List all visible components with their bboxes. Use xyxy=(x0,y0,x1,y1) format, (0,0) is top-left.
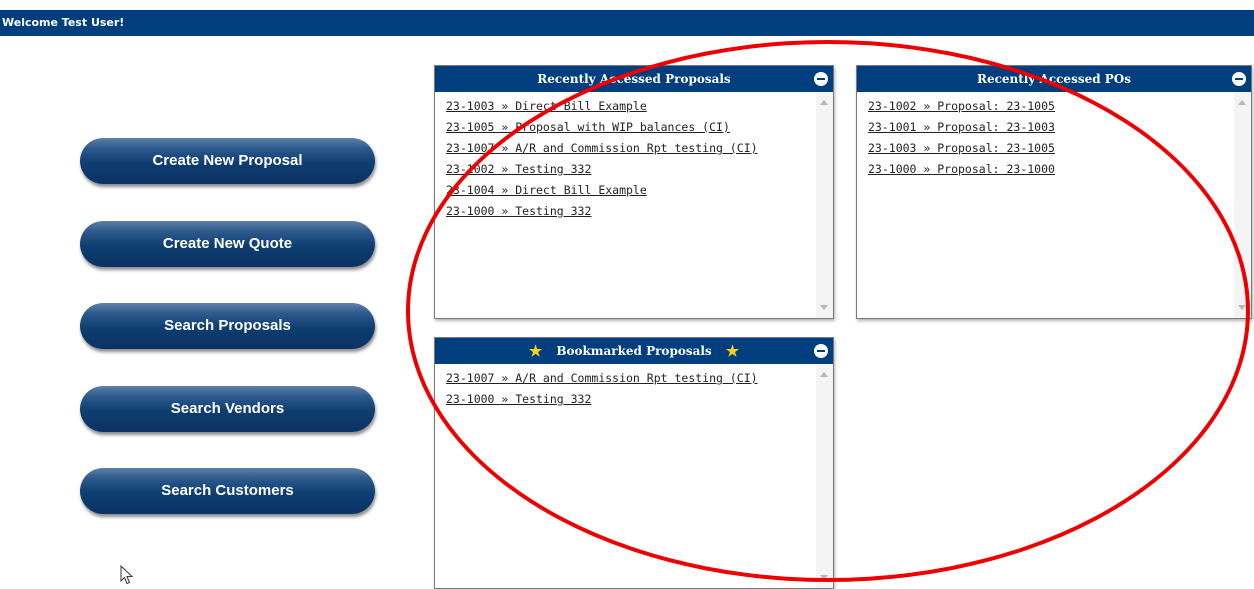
recent-proposal-link[interactable]: 23-1003 » Direct Bill Example xyxy=(446,96,816,117)
search-customers-button[interactable]: Search Customers xyxy=(80,468,375,514)
search-vendors-button[interactable]: Search Vendors xyxy=(80,386,375,432)
recent-proposals-title: Recently Accessed Proposals xyxy=(537,72,731,86)
search-proposals-button[interactable]: Search Proposals xyxy=(80,303,375,349)
bookmarked-proposals-list: 23-1007 » A/R and Commission Rpt testing… xyxy=(435,364,816,588)
bookmarked-proposals-scrollbar[interactable] xyxy=(816,364,833,588)
arrow-cursor-icon xyxy=(120,565,134,585)
recent-proposals-header: Recently Accessed Proposals xyxy=(435,66,833,92)
recent-pos-title: Recently Accessed POs xyxy=(976,72,1132,86)
recent-po-link[interactable]: 23-1000 » Proposal: 23-1000 xyxy=(868,159,1234,180)
recent-pos-header: Recently Accessed POs xyxy=(857,66,1251,92)
minus-circle-icon[interactable] xyxy=(814,72,828,86)
recent-po-link[interactable]: 23-1001 » Proposal: 23-1003 xyxy=(868,117,1234,138)
scroll-up-arrow-icon[interactable] xyxy=(820,100,828,105)
scroll-up-arrow-icon[interactable] xyxy=(820,372,828,377)
recent-pos-list: 23-1002 » Proposal: 23-1005 23-1001 » Pr… xyxy=(857,92,1234,318)
scroll-up-arrow-icon[interactable] xyxy=(1238,100,1246,105)
recent-proposal-link[interactable]: 23-1002 » Testing 332 xyxy=(446,159,816,180)
star-icon: ★ xyxy=(528,342,543,360)
bookmarked-proposals-title: Bookmarked Proposals xyxy=(556,344,712,358)
recent-proposal-link[interactable]: 23-1000 » Testing 332 xyxy=(446,201,816,222)
scroll-down-arrow-icon[interactable] xyxy=(820,305,828,310)
recent-proposals-panel: Recently Accessed Proposals 23-1003 » Di… xyxy=(434,65,834,319)
create-new-proposal-button[interactable]: Create New Proposal xyxy=(80,138,375,184)
bookmarked-proposal-link[interactable]: 23-1000 » Testing 332 xyxy=(446,389,816,410)
bookmarked-proposals-panel: ★ Bookmarked Proposals ★ 23-1007 » A/R and… xyxy=(434,337,834,589)
recent-pos-panel: Recently Accessed POs 23-1002 » Proposal… xyxy=(856,65,1252,319)
scroll-down-arrow-icon[interactable] xyxy=(1238,305,1246,310)
star-icon: ★ xyxy=(725,342,740,360)
recent-proposal-link[interactable]: 23-1004 » Direct Bill Example xyxy=(446,180,816,201)
recent-po-link[interactable]: 23-1003 » Proposal: 23-1005 xyxy=(868,138,1234,159)
recent-proposal-link[interactable]: 23-1007 » A/R and Commission Rpt testing… xyxy=(446,138,816,159)
minus-circle-icon[interactable] xyxy=(1232,72,1246,86)
recent-po-link[interactable]: 23-1002 » Proposal: 23-1005 xyxy=(868,96,1234,117)
welcome-bar: Welcome Test User! xyxy=(0,10,1254,36)
welcome-text: Welcome Test User! xyxy=(2,16,125,29)
recent-pos-scrollbar[interactable] xyxy=(1234,92,1251,318)
bookmarked-proposal-link[interactable]: 23-1007 » A/R and Commission Rpt testing… xyxy=(446,368,816,389)
recent-proposal-link[interactable]: 23-1005 » Proposal with WIP balances (CI… xyxy=(446,117,816,138)
recent-proposals-list: 23-1003 » Direct Bill Example 23-1005 » … xyxy=(435,92,816,318)
scroll-down-arrow-icon[interactable] xyxy=(820,575,828,580)
create-new-quote-button[interactable]: Create New Quote xyxy=(80,221,375,267)
recent-proposals-scrollbar[interactable] xyxy=(816,92,833,318)
bookmarked-proposals-header: ★ Bookmarked Proposals ★ xyxy=(435,338,833,364)
minus-circle-icon[interactable] xyxy=(814,344,828,358)
